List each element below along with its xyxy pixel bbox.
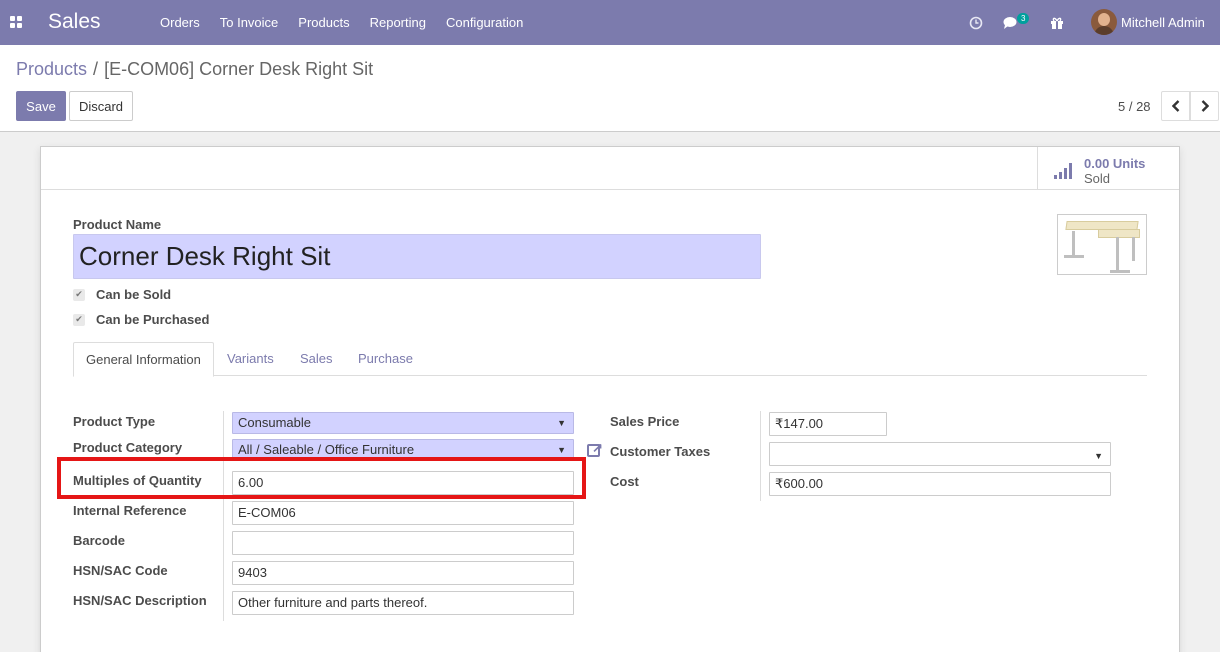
- menu-configuration[interactable]: Configuration: [436, 0, 533, 45]
- multiples-of-quantity-label: Multiples of Quantity: [73, 473, 202, 488]
- external-link-icon[interactable]: ↗: [586, 440, 606, 458]
- barcode-label: Barcode: [73, 533, 126, 548]
- menu-products[interactable]: Products: [288, 0, 359, 45]
- sales-price-input[interactable]: ₹147.00: [769, 412, 887, 436]
- internal-reference-label: Internal Reference: [73, 503, 187, 518]
- chevron-right-icon: [1201, 100, 1209, 112]
- product-name-label: Product Name: [73, 217, 162, 232]
- units-sold-stat-button[interactable]: 0.00 Units Sold: [1037, 147, 1179, 190]
- right-column-divider: [760, 411, 761, 501]
- discard-button[interactable]: Discard: [69, 91, 133, 121]
- activity-clock-icon[interactable]: [969, 0, 983, 45]
- pager-previous-button[interactable]: [1161, 91, 1190, 121]
- product-type-value: Consumable: [238, 415, 311, 430]
- desk-leg-shape: [1072, 231, 1075, 257]
- caret-down-icon: ▼: [557, 445, 566, 455]
- tab-variants[interactable]: Variants: [215, 342, 286, 376]
- desk-leg-shape: [1116, 237, 1119, 271]
- menu-orders[interactable]: Orders: [150, 0, 210, 45]
- save-button[interactable]: Save: [16, 91, 66, 121]
- apps-menu-icon[interactable]: [10, 16, 22, 28]
- notebook-tabs: General Information Variants Sales Purch…: [73, 342, 1147, 377]
- can-be-sold-row: ✔ Can be Sold: [73, 287, 171, 302]
- units-sold-value: 0.00 Units: [1084, 156, 1146, 171]
- product-category-value: All / Saleable / Office Furniture: [238, 442, 415, 457]
- internal-reference-input[interactable]: E-COM06: [232, 501, 574, 525]
- tab-purchase[interactable]: Purchase: [346, 342, 425, 376]
- can-be-purchased-row: ✔ Can be Purchased: [73, 312, 209, 327]
- product-category-select[interactable]: All / Saleable / Office Furniture ▼: [232, 439, 574, 461]
- caret-down-icon: ▼: [1094, 451, 1103, 461]
- bar-chart-icon: [1054, 163, 1074, 179]
- desk-leg-shape: [1132, 237, 1135, 261]
- can-be-purchased-checkbox[interactable]: ✔: [73, 313, 85, 326]
- breadcrumb: Products / [E-COM06] Corner Desk Right Sit: [16, 59, 373, 80]
- can-be-sold-label: Can be Sold: [96, 287, 172, 302]
- product-type-select[interactable]: Consumable ▼: [232, 412, 574, 434]
- tab-general-information[interactable]: General Information: [73, 342, 214, 377]
- hsn-description-label: HSN/SAC Description: [73, 593, 207, 608]
- multiples-of-quantity-input[interactable]: 6.00: [232, 471, 574, 495]
- app-title[interactable]: Sales: [48, 10, 101, 34]
- can-be-sold-checkbox[interactable]: ✔: [73, 288, 85, 301]
- caret-down-icon: ▼: [557, 418, 566, 428]
- barcode-input[interactable]: [232, 531, 574, 555]
- can-be-purchased-label: Can be Purchased: [96, 312, 210, 327]
- messages-chat-icon[interactable]: 3: [1003, 0, 1030, 45]
- menu-reporting[interactable]: Reporting: [360, 0, 436, 45]
- pager-next-button[interactable]: [1190, 91, 1219, 121]
- cost-label: Cost: [610, 474, 639, 489]
- sales-price-label: Sales Price: [610, 414, 680, 429]
- product-name-input[interactable]: Corner Desk Right Sit: [73, 234, 761, 279]
- user-menu[interactable]: Mitchell Admin: [1091, 9, 1205, 35]
- product-image[interactable]: [1057, 214, 1147, 275]
- gift-icon[interactable]: [1050, 0, 1064, 45]
- tab-sales[interactable]: Sales: [288, 342, 345, 376]
- product-type-label: Product Type: [73, 414, 156, 429]
- hsn-code-label: HSN/SAC Code: [73, 563, 168, 578]
- button-box: 0.00 Units Sold: [41, 147, 1179, 190]
- breadcrumb-products[interactable]: Products: [16, 59, 87, 79]
- top-navbar: Sales Orders To Invoice Products Reporti…: [0, 0, 1220, 45]
- breadcrumb-separator: /: [93, 59, 99, 79]
- control-panel: Products / [E-COM06] Corner Desk Right Sit…: [0, 45, 1220, 132]
- customer-taxes-label: Customer Taxes: [610, 444, 711, 459]
- messages-count-badge: 3: [1017, 13, 1030, 24]
- form-sheet: 0.00 Units Sold Product Name Corner Desk…: [40, 146, 1180, 652]
- customer-taxes-select[interactable]: ▼: [769, 442, 1111, 466]
- hsn-code-input[interactable]: 9403: [232, 561, 574, 585]
- user-name: Mitchell Admin: [1121, 14, 1205, 30]
- user-avatar: [1091, 9, 1117, 35]
- main-menu: Orders To Invoice Products Reporting Con…: [150, 0, 533, 45]
- hsn-description-input[interactable]: Other furniture and parts thereof.: [232, 591, 574, 615]
- desk-foot-shape: [1064, 255, 1084, 258]
- product-category-label: Product Category: [73, 440, 183, 455]
- cost-input[interactable]: ₹600.00: [769, 472, 1111, 496]
- desk-foot-shape: [1110, 270, 1130, 273]
- breadcrumb-current: [E-COM06] Corner Desk Right Sit: [104, 59, 374, 79]
- left-column-divider: [223, 411, 224, 621]
- units-sold-label: Sold: [1084, 171, 1111, 186]
- menu-to-invoice[interactable]: To Invoice: [210, 0, 289, 45]
- chevron-left-icon: [1171, 100, 1179, 112]
- pager-value: 5 / 28: [1118, 99, 1151, 114]
